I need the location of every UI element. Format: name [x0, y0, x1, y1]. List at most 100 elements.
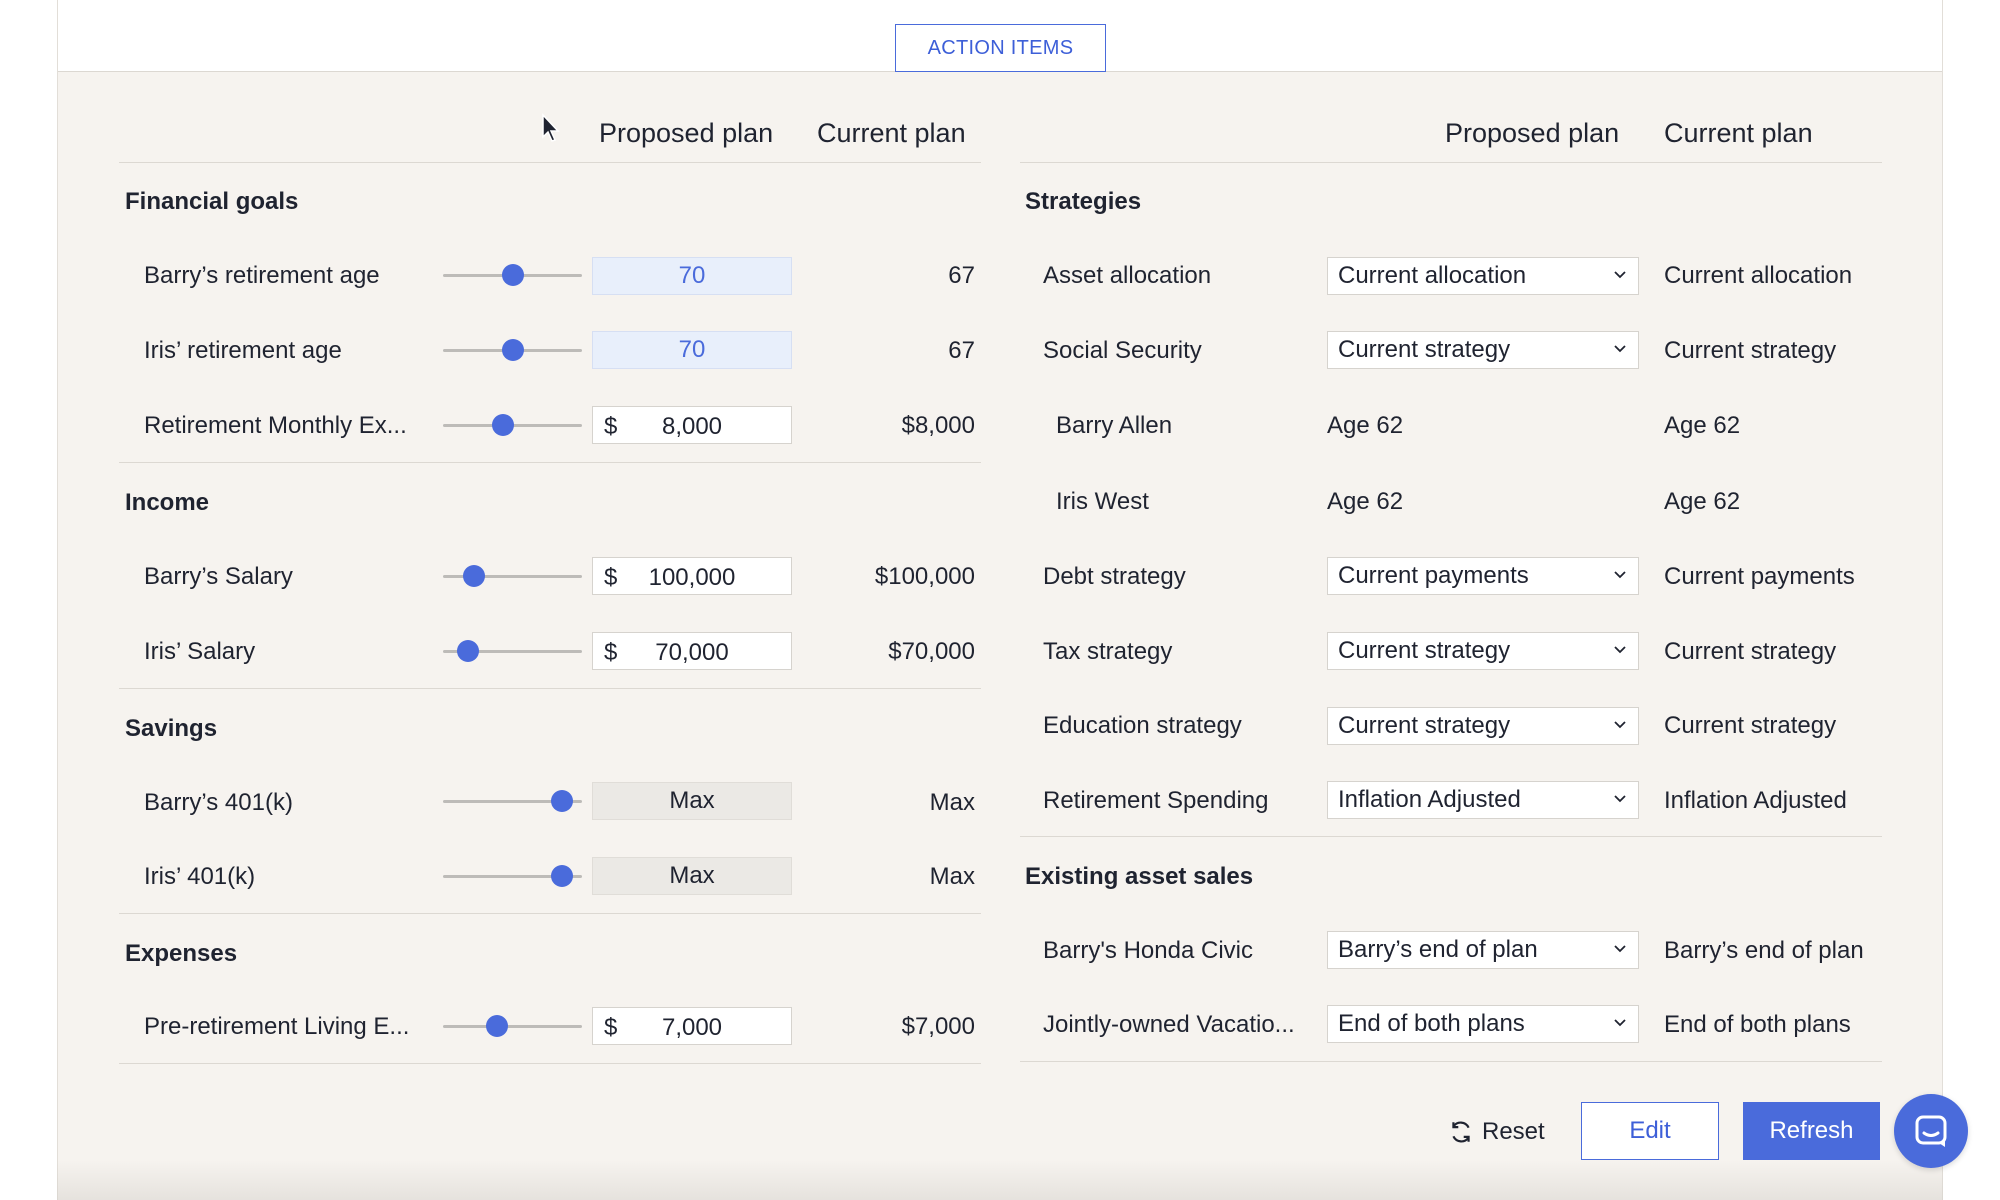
divider: [1020, 162, 1882, 163]
iris-retirement-age-slider[interactable]: [443, 338, 582, 362]
barry-salary-current: $100,000: [874, 563, 975, 590]
row-label-iris-401k: Iris’ 401(k): [144, 863, 256, 890]
iris-401k-input[interactable]: Max: [592, 857, 792, 895]
retirement-spending-current: Inflation Adjusted: [1664, 787, 1847, 814]
divider: [1020, 1061, 1882, 1062]
slider-thumb[interactable]: [486, 1015, 509, 1037]
row-label-pre-retirement-living-expenses: Pre-retirement Living E...: [144, 1013, 410, 1040]
edit-label: Edit: [1629, 1117, 1671, 1144]
iris-salary-current: $70,000: [888, 638, 975, 665]
chat-launcher-button[interactable]: [1894, 1094, 1968, 1168]
iris-salary-input[interactable]: $70,000: [592, 632, 792, 670]
retirement-spending-select[interactable]: Inflation Adjusted: [1327, 781, 1639, 819]
slider-thumb[interactable]: [462, 565, 485, 587]
iris-401k-current: Max: [929, 863, 975, 890]
education-strategy-select[interactable]: Current strategy: [1327, 707, 1639, 745]
chevron-down-icon: [1614, 1019, 1626, 1027]
section-income: Income: [125, 489, 210, 516]
reset-button[interactable]: Reset: [1448, 1110, 1548, 1154]
edit-button[interactable]: Edit: [1581, 1102, 1719, 1160]
row-label-tax-strategy: Tax strategy: [1043, 638, 1173, 665]
select-value: Current allocation: [1338, 262, 1527, 289]
chevron-down-icon: [1614, 271, 1626, 279]
iris-west-current: Age 62: [1664, 488, 1741, 515]
social-security-select[interactable]: Current strategy: [1327, 331, 1639, 369]
divider: [1020, 836, 1882, 837]
barry-salary-input[interactable]: $100,000: [592, 557, 792, 595]
slider-thumb[interactable]: [457, 640, 480, 662]
divider: [119, 462, 981, 463]
barry-allen-current: Age 62: [1664, 412, 1741, 439]
chevron-down-icon: [1614, 945, 1626, 953]
tax-strategy-select[interactable]: Current strategy: [1327, 632, 1639, 670]
divider: [119, 688, 981, 689]
iris-salary-slider[interactable]: [443, 639, 582, 663]
row-label-vacation-home: Jointly-owned Vacatio...: [1043, 1011, 1295, 1038]
section-strategies: Strategies: [1025, 188, 1142, 215]
honda-civic-select[interactable]: Barry’s end of plan: [1327, 931, 1639, 969]
select-value: End of both plans: [1338, 1010, 1525, 1037]
row-label-iris-salary: Iris’ Salary: [144, 638, 256, 665]
asset-allocation-select[interactable]: Current allocation: [1327, 257, 1639, 295]
right-col-proposed-header: Proposed plan: [1445, 118, 1620, 148]
honda-civic-current: Barry’s end of plan: [1664, 937, 1864, 964]
iris-west-proposed: Age 62: [1327, 488, 1404, 515]
barry-401k-current: Max: [929, 789, 975, 816]
refresh-icon: [1452, 1121, 1470, 1143]
pre-retirement-living-expenses-input[interactable]: $7,000: [592, 1007, 792, 1045]
input-value: 100,000: [648, 564, 736, 591]
top-bar: ACTION ITEMS: [58, 0, 1942, 72]
mouse-cursor-icon: [542, 113, 560, 142]
iris-401k-slider[interactable]: [443, 864, 582, 888]
slider-thumb[interactable]: [550, 790, 573, 812]
select-value: Current strategy: [1338, 637, 1511, 664]
right-col-current-header: Current plan: [1664, 118, 1813, 148]
retirement-monthly-expenses-input[interactable]: $8,000: [592, 406, 792, 444]
section-savings: Savings: [125, 715, 218, 742]
refresh-button[interactable]: Refresh: [1743, 1102, 1880, 1160]
barry-retirement-age-current: 67: [948, 262, 975, 289]
slider-thumb[interactable]: [492, 414, 515, 436]
currency-symbol: $: [604, 564, 618, 591]
bottom-shadow: [57, 1160, 1943, 1200]
barry-401k-input[interactable]: Max: [592, 782, 792, 820]
currency-symbol: $: [604, 639, 618, 666]
divider: [119, 162, 981, 163]
retirement-monthly-expenses-current: $8,000: [901, 412, 975, 439]
slider-thumb[interactable]: [550, 865, 573, 887]
vacation-home-current: End of both plans: [1664, 1011, 1851, 1038]
section-existing-asset-sales: Existing asset sales: [1025, 863, 1254, 890]
slider-thumb[interactable]: [501, 339, 524, 361]
input-value: 8,000: [661, 413, 723, 440]
row-label-honda-civic: Barry's Honda Civic: [1043, 937, 1253, 964]
action-items-button[interactable]: ACTION ITEMS: [895, 24, 1106, 72]
barry-retirement-age-slider[interactable]: [443, 263, 582, 287]
select-value: Barry’s end of plan: [1338, 936, 1538, 963]
chevron-down-icon: [1614, 345, 1626, 353]
pre-retirement-living-expenses-slider[interactable]: [443, 1014, 582, 1038]
select-value: Inflation Adjusted: [1338, 786, 1521, 813]
barry-retirement-age-input[interactable]: 70: [592, 257, 792, 295]
refresh-label: Refresh: [1769, 1117, 1854, 1144]
row-label-barry-401k: Barry’s 401(k): [144, 789, 293, 816]
debt-strategy-select[interactable]: Current payments: [1327, 557, 1639, 595]
slider-thumb[interactable]: [501, 264, 524, 286]
row-label-barry-retirement-age: Barry’s retirement age: [144, 262, 380, 289]
barry-401k-slider[interactable]: [443, 789, 582, 813]
divider: [119, 913, 981, 914]
left-col-proposed-header: Proposed plan: [599, 118, 774, 148]
input-value: Max: [669, 862, 715, 889]
pre-retirement-living-expenses-current: $7,000: [901, 1013, 975, 1040]
input-value: 70,000: [655, 639, 729, 666]
input-value: 70: [678, 336, 706, 363]
barry-salary-slider[interactable]: [443, 564, 582, 588]
currency-symbol: $: [604, 1014, 618, 1041]
iris-retirement-age-input[interactable]: 70: [592, 331, 792, 369]
education-strategy-current: Current strategy: [1664, 712, 1837, 739]
retirement-monthly-expenses-slider[interactable]: [443, 413, 582, 437]
vacation-home-select[interactable]: End of both plans: [1327, 1005, 1639, 1043]
debt-strategy-current: Current payments: [1664, 563, 1855, 590]
chat-icon: [1915, 1115, 1947, 1147]
currency-symbol: $: [604, 413, 618, 440]
section-expenses: Expenses: [125, 940, 238, 967]
